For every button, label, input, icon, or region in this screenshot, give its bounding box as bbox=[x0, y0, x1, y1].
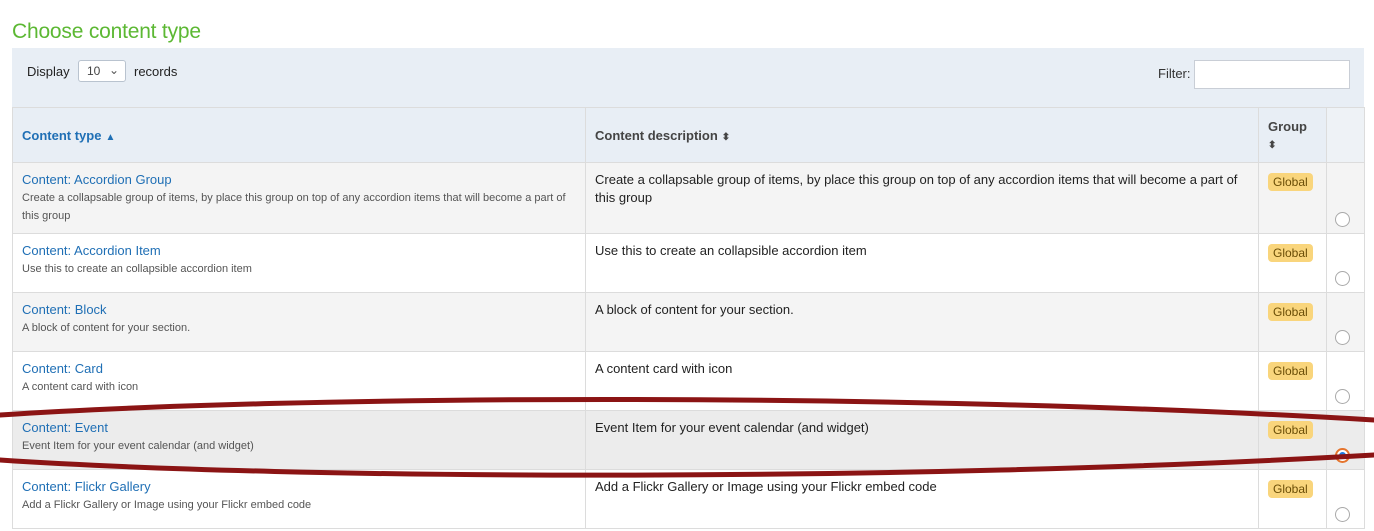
column-header-label: Content description bbox=[595, 127, 718, 143]
content-description: Event Item for your event calendar (and … bbox=[595, 420, 869, 435]
table-row[interactable]: Content: Block A block of content for yo… bbox=[12, 292, 1365, 352]
content-type-link[interactable]: Content: Card bbox=[22, 360, 576, 378]
content-description: Use this to create an collapsible accord… bbox=[595, 243, 867, 258]
filter-label: Filter: bbox=[1158, 66, 1191, 81]
content-description: A block of content for your section. bbox=[595, 302, 794, 317]
content-description: A content card with icon bbox=[595, 361, 733, 376]
group-cell: Global bbox=[1258, 233, 1327, 293]
select-cell bbox=[1326, 233, 1365, 293]
content-type-summary: Event Item for your event calendar (and … bbox=[22, 440, 254, 452]
column-header-select bbox=[1326, 107, 1365, 163]
content-type-summary: A content card with icon bbox=[22, 381, 139, 393]
group-cell: Global bbox=[1258, 162, 1327, 234]
content-type-summary: A block of content for your section. bbox=[22, 322, 191, 334]
table-header-row: Content type ▲ Content description ⬍ Group… bbox=[12, 107, 1365, 163]
content-type-table: Content type ▲ Content description ⬍ Group… bbox=[12, 107, 1365, 529]
page-size-value: 10 bbox=[87, 64, 101, 78]
table-toolbar: Display 10 ⌄ records Filter: bbox=[12, 48, 1364, 107]
content-type-cell: Content: Block A block of content for yo… bbox=[12, 292, 586, 352]
description-cell: Add a Flickr Gallery or Image using your… bbox=[585, 469, 1259, 529]
caret-up-icon: ▲ bbox=[105, 131, 116, 143]
select-cell bbox=[1326, 292, 1365, 352]
group-cell: Global bbox=[1258, 292, 1327, 352]
content-description: Add a Flickr Gallery or Image using your… bbox=[595, 479, 937, 494]
sort-icon: ⬍ bbox=[1268, 140, 1277, 151]
select-cell bbox=[1326, 351, 1365, 411]
content-type-cell: Content: Accordion Item Use this to crea… bbox=[12, 233, 586, 293]
content-type-summary: Use this to create an collapsible accord… bbox=[22, 263, 252, 275]
description-cell: Event Item for your event calendar (and … bbox=[585, 410, 1259, 470]
select-radio[interactable] bbox=[1335, 212, 1350, 227]
table-row[interactable]: Content: Accordion Group Create a collap… bbox=[12, 162, 1365, 234]
group-badge: Global bbox=[1268, 480, 1313, 498]
group-cell: Global bbox=[1258, 410, 1327, 470]
content-type-link[interactable]: Content: Event bbox=[22, 419, 576, 437]
select-radio[interactable] bbox=[1335, 389, 1350, 404]
records-label: records bbox=[134, 64, 178, 79]
group-badge: Global bbox=[1268, 173, 1313, 191]
group-badge: Global bbox=[1268, 362, 1313, 380]
column-header-content-type[interactable]: Content type ▲ bbox=[12, 107, 586, 163]
group-badge: Global bbox=[1268, 421, 1313, 439]
content-type-cell: Content: Event Event Item for your event… bbox=[12, 410, 586, 470]
content-type-cell: Content: Card A content card with icon bbox=[12, 351, 586, 411]
table-row[interactable]: Content: Flickr Gallery Add a Flickr Gal… bbox=[12, 469, 1365, 529]
content-type-summary: Add a Flickr Gallery or Image using your… bbox=[22, 499, 312, 511]
content-type-link[interactable]: Content: Accordion Group bbox=[22, 171, 576, 189]
content-type-link[interactable]: Content: Accordion Item bbox=[22, 242, 576, 260]
group-cell: Global bbox=[1258, 469, 1327, 529]
select-cell bbox=[1326, 410, 1365, 470]
column-header-group[interactable]: Group ⬍ bbox=[1258, 107, 1327, 163]
column-header-label: Group bbox=[1268, 119, 1307, 134]
content-type-link[interactable]: Content: Flickr Gallery bbox=[22, 478, 576, 496]
column-header-label: Content type bbox=[22, 127, 102, 143]
sort-icon: ⬍ bbox=[721, 131, 731, 143]
table-row-selected[interactable]: Content: Event Event Item for your event… bbox=[12, 410, 1365, 470]
description-cell: A block of content for your section. bbox=[585, 292, 1259, 352]
select-cell bbox=[1326, 469, 1365, 529]
content-type-cell: Content: Flickr Gallery Add a Flickr Gal… bbox=[12, 469, 586, 529]
content-type-summary: Create a collapsable group of items, by … bbox=[22, 192, 566, 222]
description-cell: A content card with icon bbox=[585, 351, 1259, 411]
content-type-link[interactable]: Content: Block bbox=[22, 301, 576, 319]
group-badge: Global bbox=[1268, 303, 1313, 321]
table-row[interactable]: Content: Card A content card with icon A… bbox=[12, 351, 1365, 411]
column-header-content-description[interactable]: Content description ⬍ bbox=[585, 107, 1259, 163]
page-size-select[interactable]: 10 ⌄ bbox=[78, 60, 126, 82]
description-cell: Create a collapsable group of items, by … bbox=[585, 162, 1259, 234]
select-radio-checked[interactable] bbox=[1335, 448, 1350, 463]
group-badge: Global bbox=[1268, 244, 1313, 262]
description-cell: Use this to create an collapsible accord… bbox=[585, 233, 1259, 293]
select-radio[interactable] bbox=[1335, 271, 1350, 286]
chevron-down-icon: ⌄ bbox=[108, 63, 119, 77]
content-description: Create a collapsable group of items, by … bbox=[595, 172, 1238, 205]
select-radio[interactable] bbox=[1335, 507, 1350, 522]
display-label: Display bbox=[27, 64, 70, 79]
group-cell: Global bbox=[1258, 351, 1327, 411]
select-cell bbox=[1326, 162, 1365, 234]
content-type-cell: Content: Accordion Group Create a collap… bbox=[12, 162, 586, 234]
filter-input[interactable] bbox=[1194, 60, 1350, 89]
table-row[interactable]: Content: Accordion Item Use this to crea… bbox=[12, 233, 1365, 293]
page-title: Choose content type bbox=[12, 20, 201, 44]
select-radio[interactable] bbox=[1335, 330, 1350, 345]
